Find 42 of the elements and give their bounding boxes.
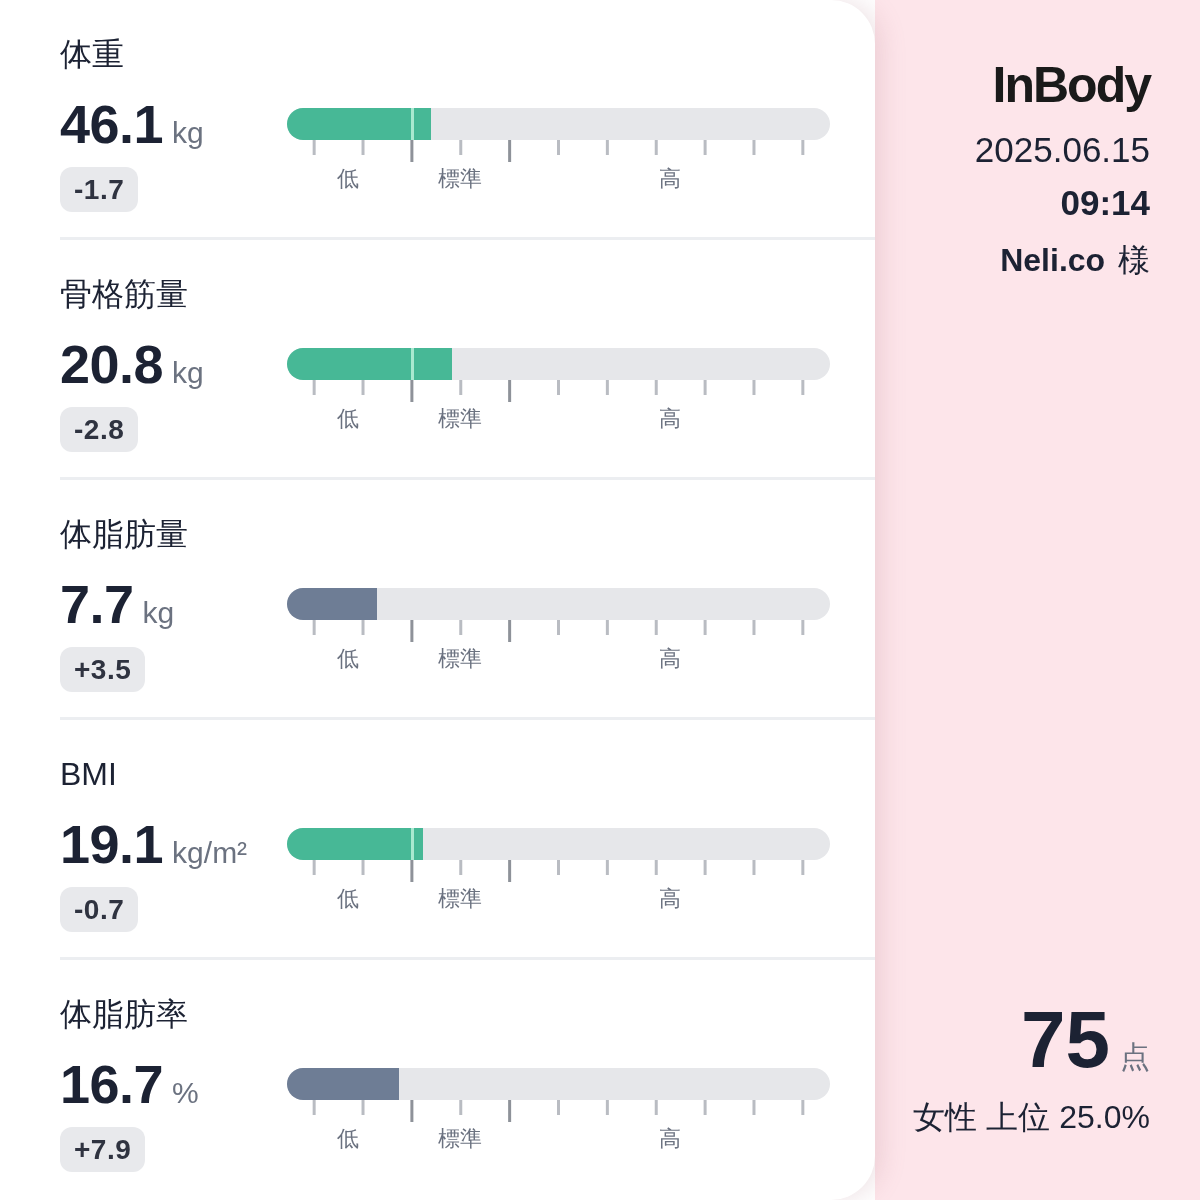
score-unit: 点 <box>1120 1039 1150 1075</box>
scale-label: 低 <box>336 405 359 433</box>
scale-label: 標準 <box>438 405 483 433</box>
brand-logo: InBody <box>992 56 1150 114</box>
scale-label: 低 <box>336 645 359 673</box>
scale-label: 標準 <box>438 885 483 913</box>
metric-value: 19.1 <box>60 814 164 874</box>
metric-label: 体重 <box>60 35 124 74</box>
metric-value: 20.8 <box>60 334 164 394</box>
scale-label: 高 <box>658 885 681 913</box>
ranking-text: 女性 上位 25.0% <box>913 1098 1150 1137</box>
change-badge: -0.7 <box>60 887 139 932</box>
scale-label: 低 <box>336 1125 359 1153</box>
change-badge: +7.9 <box>60 1127 146 1172</box>
metric-value: 16.7 <box>60 1054 164 1114</box>
metric-label: 骨格筋量 <box>60 275 188 314</box>
change-badge: +3.5 <box>60 647 146 692</box>
metric-value: 46.1 <box>60 94 164 154</box>
scale-label: 高 <box>658 1125 681 1153</box>
scale-label: 標準 <box>438 645 483 673</box>
unit-label: kg <box>172 355 204 391</box>
unit-label: kg/m² <box>172 835 248 871</box>
change-badge: -1.7 <box>60 167 139 212</box>
change-badge: -2.8 <box>60 407 139 452</box>
metric-label: BMI <box>60 755 117 794</box>
scale-label: 標準 <box>438 1125 483 1153</box>
metric-label: 体脂肪量 <box>60 515 188 554</box>
scale-label: 標準 <box>438 165 483 193</box>
unit-label: kg <box>172 115 204 151</box>
unit-label: kg <box>142 595 175 631</box>
unit-label: % <box>172 1075 199 1111</box>
metric-label: 体脂肪率 <box>60 995 188 1034</box>
measurement-time: 09:14 <box>1060 182 1150 224</box>
scale-label: 低 <box>336 885 359 913</box>
metric-value: 7.7 <box>60 574 134 634</box>
scale-label: 高 <box>658 405 681 433</box>
scale-label: 高 <box>658 165 681 193</box>
scale-label: 高 <box>658 645 681 673</box>
score-value: 75 <box>1021 1000 1110 1080</box>
user-name: Neli.co 様 <box>1000 241 1150 280</box>
scale-label: 低 <box>336 165 359 193</box>
measurement-date: 2025.06.15 <box>974 129 1150 171</box>
